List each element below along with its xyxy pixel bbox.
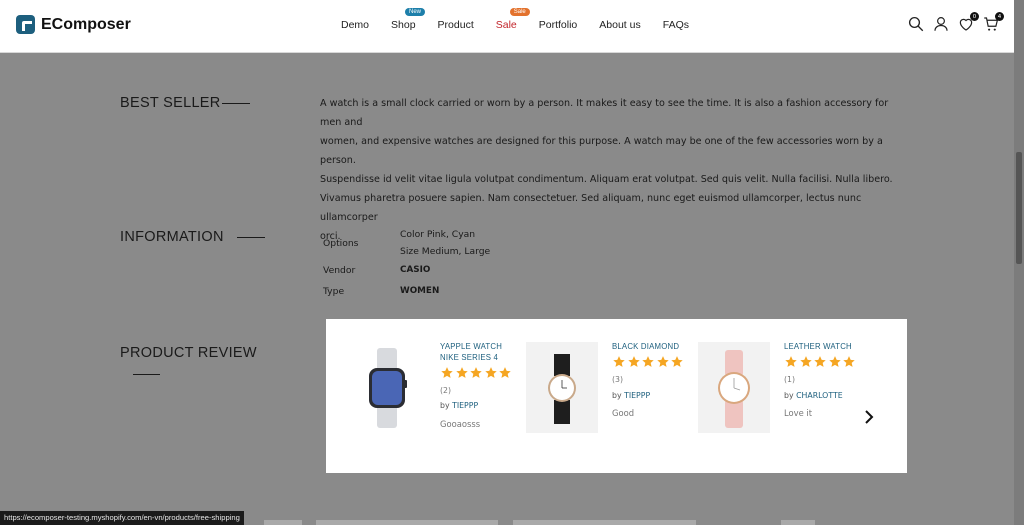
description-line: women, and expensive watches are designe… [320, 136, 883, 166]
best-seller-description: A watch is a small clock carried or worn… [320, 94, 895, 246]
information-title: INFORMATION [120, 229, 224, 245]
vendor-label: Vendor [323, 265, 356, 276]
nav-label: FAQs [662, 19, 689, 31]
by-label: by [440, 401, 450, 410]
heart-icon[interactable]: 0 [957, 12, 979, 33]
star-icon [613, 356, 625, 367]
nav-item-sale[interactable]: Sale Sale [495, 8, 530, 31]
nav-label: Shop [391, 19, 416, 31]
star-icon [470, 367, 482, 378]
type-label: Type [323, 286, 345, 297]
star-icon [785, 356, 797, 367]
review-comment: Good [612, 408, 635, 418]
review-comment: Love it [784, 408, 813, 418]
brand-name: EComposer [41, 15, 131, 33]
nav-item-portfolio[interactable]: Portfolio [539, 19, 578, 31]
nav-item-about-us[interactable]: About us [599, 19, 640, 31]
star-icon [656, 356, 669, 367]
bottom-content-strip [513, 520, 696, 525]
star-icon [484, 367, 497, 378]
scrollbar-thumb[interactable] [1016, 152, 1022, 264]
by-label: by [612, 391, 622, 400]
chevron-right-icon[interactable] [862, 409, 876, 425]
nav-label: About us [599, 19, 641, 31]
review-count: (3) [612, 375, 624, 384]
review-count: (2) [440, 386, 452, 395]
description-line: A watch is a small clock carried or worn… [320, 98, 889, 128]
nav-item-faqs[interactable]: FAQs [663, 19, 689, 31]
title-line: YAPPLE WATCH [440, 342, 503, 351]
review-product-title[interactable]: YAPPLE WATCH NIKE SERIES 4 [440, 341, 502, 363]
review-product-title[interactable]: BLACK DIAMOND [612, 341, 679, 352]
sale-badge: Sale [509, 8, 530, 16]
logo-mark-icon [16, 15, 35, 34]
description-line: Suspendisse id velit vitae ligula volutp… [320, 174, 893, 185]
title-line: BLACK DIAMOND [612, 342, 680, 351]
new-badge: New [405, 8, 426, 16]
browser-status-url: https://ecomposer-testing.myshopify.com/… [0, 511, 244, 525]
review-byline: by TIEPPP [440, 401, 478, 410]
nav-label: Portfolio [538, 19, 578, 31]
star-icon [671, 356, 683, 367]
search-icon[interactable] [907, 15, 925, 33]
review-carousel-popup: YAPPLE WATCH NIKE SERIES 4 (2) by TIEPPP… [326, 319, 907, 473]
review-byline: by CHARLOTTE [784, 391, 843, 400]
options-size: Size Medium, Large [400, 246, 491, 257]
bottom-content-strip [264, 520, 302, 525]
bottom-content-strip [781, 520, 815, 525]
vendor-value[interactable]: CASIO [400, 265, 430, 275]
review-product-image[interactable] [698, 342, 770, 433]
star-icon [828, 356, 841, 367]
product-review-title: PRODUCT REVIEW [120, 345, 257, 361]
review-comment: Gooaosss [440, 419, 481, 429]
nav-label: Product [437, 19, 474, 31]
brand-logo[interactable]: EComposer [16, 15, 131, 34]
header-icons: 0 4 [900, 12, 1004, 33]
information-divider [237, 237, 265, 238]
description-line: Vivamus pharetra posuere sapien. Nam con… [320, 193, 862, 223]
review-product-image[interactable] [526, 342, 598, 433]
nav-item-demo[interactable]: Demo [341, 19, 369, 31]
star-rating [612, 355, 685, 369]
title-line: NIKE SERIES 4 [440, 353, 499, 362]
review-byline: by TIEPPP [612, 391, 650, 400]
nav-label: Sale [495, 19, 517, 31]
best-seller-divider [222, 103, 250, 104]
options-label: Options [323, 238, 359, 249]
product-review-divider [133, 374, 160, 375]
review-author: TIEPPP [624, 391, 651, 400]
star-icon [441, 367, 453, 378]
star-icon [627, 356, 640, 367]
cart-icon[interactable]: 4 [982, 12, 1004, 33]
star-icon [455, 367, 468, 378]
site-header: EComposer Demo New Shop Product Sale Sal… [0, 0, 1014, 53]
review-product-title[interactable]: LEATHER WATCH [784, 341, 852, 352]
best-seller-title: BEST SELLER [120, 95, 221, 111]
bottom-content-strip [316, 520, 498, 525]
options-color: Color Pink, Cyan [400, 229, 476, 240]
review-count: (1) [784, 375, 796, 384]
user-icon[interactable] [932, 15, 950, 33]
nav-label: Demo [341, 19, 370, 31]
star-icon [814, 356, 826, 367]
review-author: CHARLOTTE [796, 391, 843, 400]
cart-count: 4 [995, 12, 1004, 21]
star-icon [499, 367, 511, 378]
by-label: by [784, 391, 794, 400]
star-icon [642, 356, 654, 367]
star-rating [784, 355, 857, 369]
nav-item-product[interactable]: Product [438, 19, 474, 31]
wishlist-count: 0 [970, 12, 979, 21]
main-nav: Demo New Shop Product Sale Sale Portfoli… [341, 8, 711, 31]
page-scrollbar[interactable] [1014, 0, 1024, 525]
review-product-image[interactable] [351, 342, 423, 433]
star-rating [440, 366, 513, 380]
star-icon [799, 356, 812, 367]
title-line: LEATHER WATCH [784, 342, 852, 351]
type-value[interactable]: WOMEN [400, 286, 439, 296]
review-author: TIEPPP [452, 401, 479, 410]
star-icon [843, 356, 855, 367]
nav-item-shop[interactable]: New Shop [391, 8, 426, 31]
